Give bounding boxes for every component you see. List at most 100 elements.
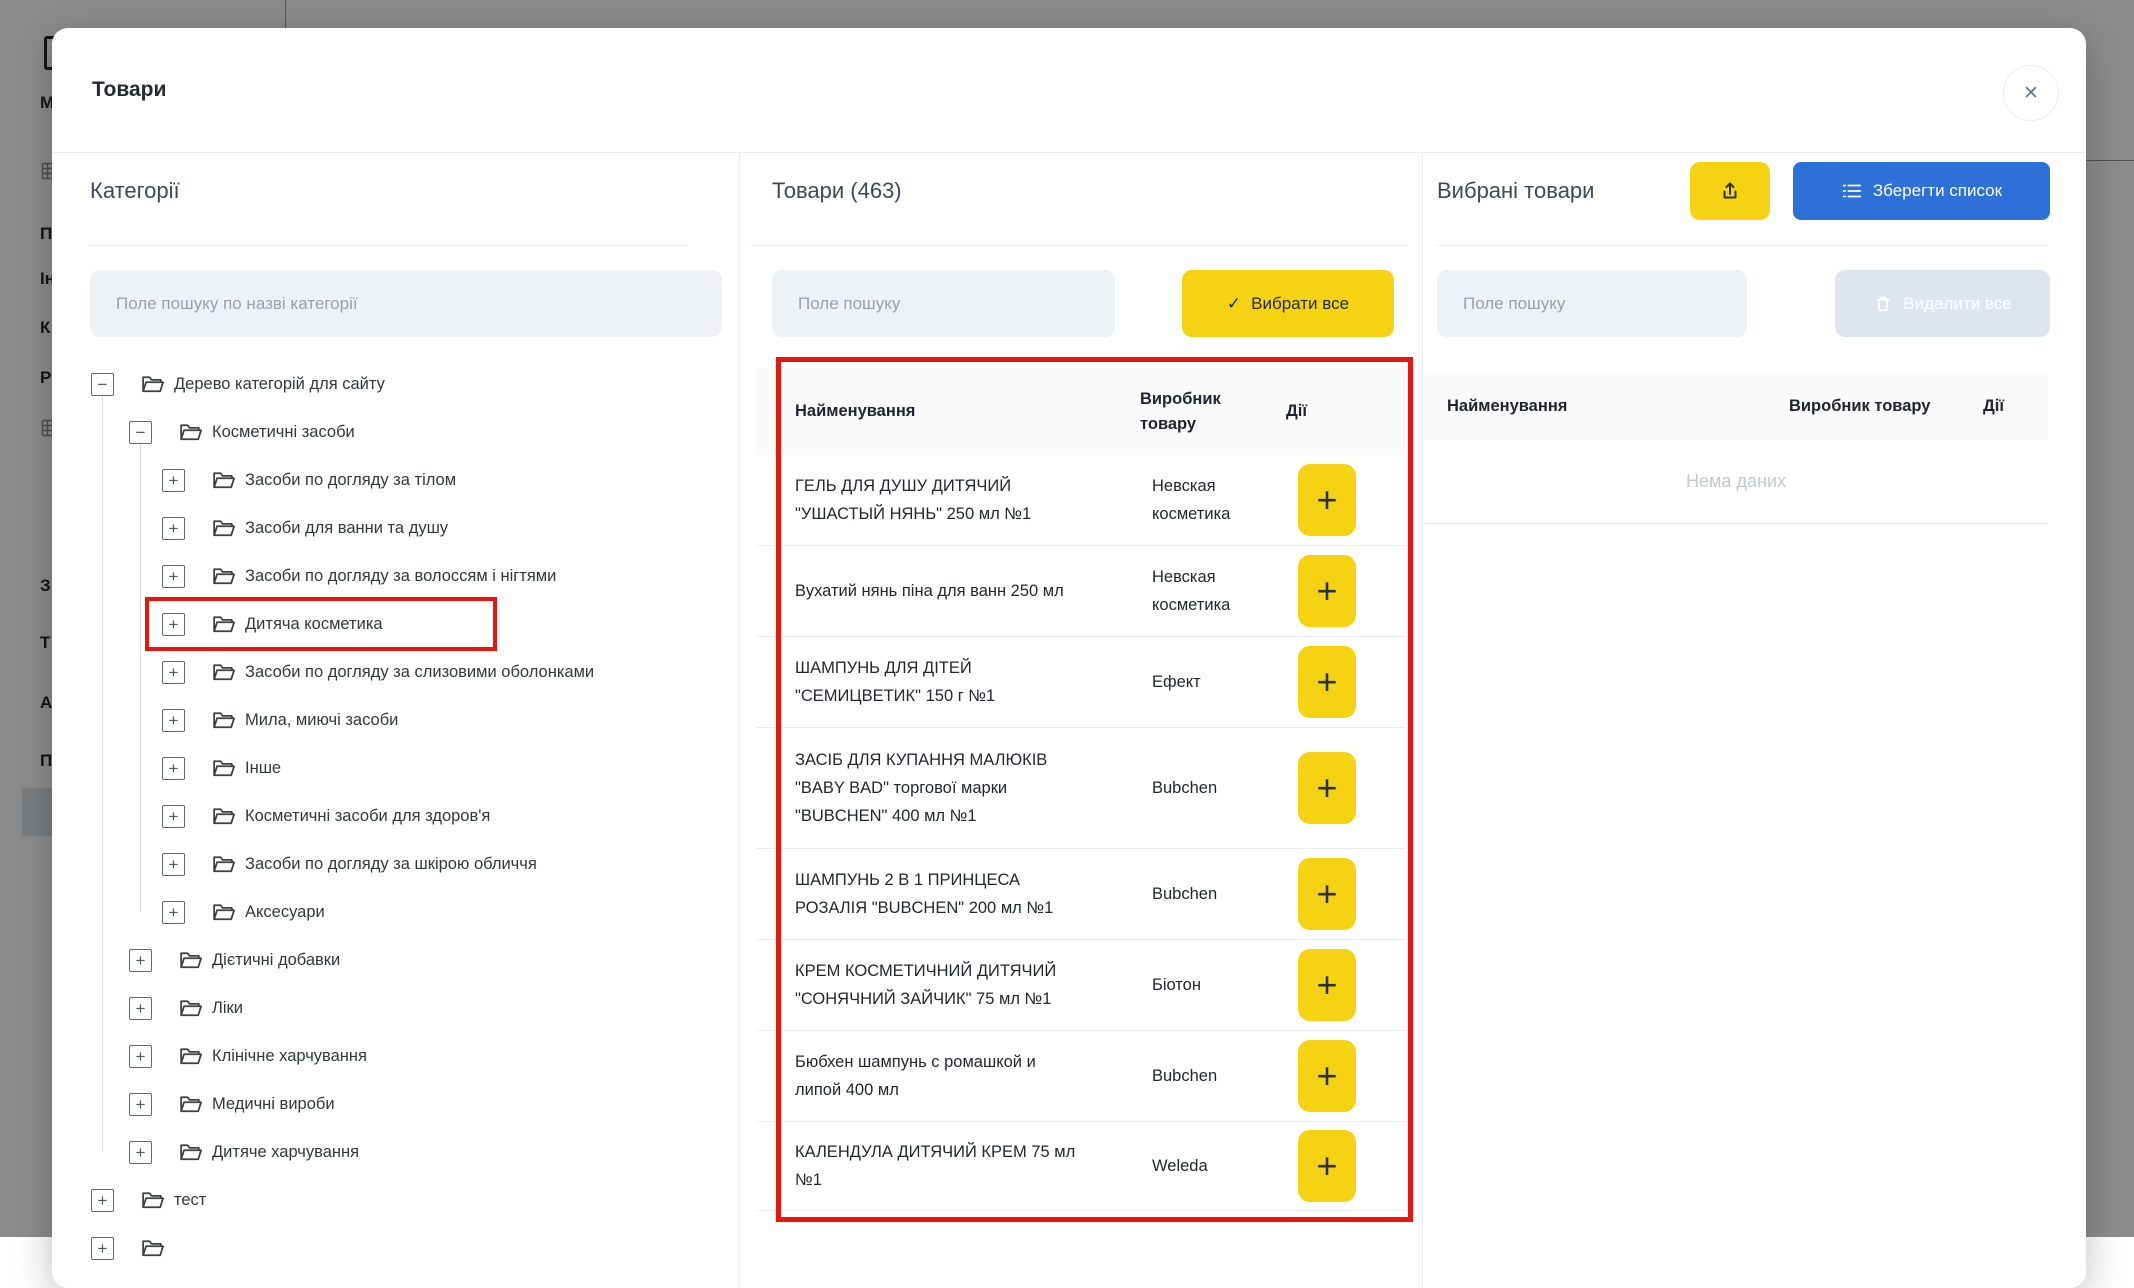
tree-item[interactable]: + Дитяча косметика xyxy=(91,600,736,648)
category-tree: − Дерево категорій для сайту − Косметичн… xyxy=(91,360,736,1272)
column-divider xyxy=(739,152,740,1288)
tree-item-label: Клінічне харчування xyxy=(212,1047,367,1066)
tree-item-label: Дитяче харчування xyxy=(212,1143,359,1162)
tree-item[interactable]: + Медичні вироби xyxy=(91,1080,736,1128)
tree-item[interactable]: + Інше xyxy=(91,744,736,792)
add-product-button[interactable]: + xyxy=(1298,646,1356,718)
save-list-button[interactable]: Зберегти список xyxy=(1793,162,2050,220)
product-row: КАЛЕНДУЛА ДИТЯЧИЙ КРЕМ 75 мл №1 Weleda + xyxy=(756,1122,1406,1211)
tree-expander-icon[interactable]: − xyxy=(91,373,114,396)
tree-expander-icon[interactable]: + xyxy=(162,613,185,636)
tree-item[interactable]: + тест xyxy=(91,1176,736,1224)
tree-item[interactable]: + Засоби для ванни та душу xyxy=(91,504,736,552)
add-product-button[interactable]: + xyxy=(1298,858,1356,930)
tree-item[interactable]: + Аксесуари xyxy=(91,888,736,936)
tree-expander-icon[interactable]: + xyxy=(162,469,185,492)
add-product-button[interactable]: + xyxy=(1298,1130,1356,1202)
delete-all-button[interactable]: Видалити все xyxy=(1835,270,2050,337)
tree-item[interactable]: + Дитяче харчування xyxy=(91,1128,736,1176)
tree-item[interactable]: + Мила, миючі засоби xyxy=(91,696,736,744)
add-product-button[interactable]: + xyxy=(1298,464,1356,536)
tree-expander-icon[interactable]: + xyxy=(162,517,185,540)
tree-item-label: Засоби по догляду за шкірою обличчя xyxy=(245,855,537,874)
product-search-input[interactable]: Поле пошуку xyxy=(772,270,1115,337)
tree-expander-icon[interactable]: + xyxy=(162,757,185,780)
tree-expander-icon[interactable]: + xyxy=(129,997,152,1020)
tree-item[interactable]: + Засоби по догляду за тілом xyxy=(91,456,736,504)
tree-expander-icon[interactable]: + xyxy=(129,1141,152,1164)
folder-icon xyxy=(140,1236,165,1261)
folder-icon xyxy=(211,756,236,781)
folder-icon xyxy=(211,708,236,733)
product-manufacturer: Ефект xyxy=(1152,668,1277,696)
tree-item-label: Дитяча косметика xyxy=(245,615,383,634)
add-product-button[interactable]: + xyxy=(1298,752,1356,824)
tree-item[interactable]: + Косметичні засоби для здоров'я xyxy=(91,792,736,840)
product-manufacturer: Bubchen xyxy=(1152,774,1277,802)
close-button[interactable]: ✕ xyxy=(2003,65,2059,121)
upload-button[interactable] xyxy=(1690,162,1770,220)
tree-item[interactable]: − Косметичні засоби xyxy=(91,408,736,456)
folder-icon xyxy=(211,804,236,829)
tree-expander-icon[interactable]: + xyxy=(129,949,152,972)
tree-expander-icon[interactable]: − xyxy=(129,421,152,444)
category-search-input[interactable]: Поле пошуку по назві категорії xyxy=(90,270,722,337)
product-manufacturer: Невская косметика xyxy=(1152,563,1277,619)
folder-icon xyxy=(178,1044,203,1069)
tree-expander-icon[interactable]: + xyxy=(129,1093,152,1116)
selected-search-input[interactable]: Поле пошуку xyxy=(1437,270,1747,337)
product-name: ГЕЛЬ ДЛЯ ДУШУ ДИТЯЧИЙ "УШАСТЫЙ НЯНЬ" 250… xyxy=(795,472,1085,528)
product-manufacturer: Невская косметика xyxy=(1152,472,1277,528)
folder-icon xyxy=(211,852,236,877)
product-name: ШАМПУНЬ ДЛЯ ДІТЕЙ "СЕМИЦВЕТИК" 150 г №1 xyxy=(795,654,1085,710)
tree-expander-icon[interactable]: + xyxy=(91,1189,114,1212)
tree-expander-icon[interactable]: + xyxy=(162,805,185,828)
folder-icon xyxy=(140,372,165,397)
categories-heading: Категорії xyxy=(90,178,180,204)
folder-icon xyxy=(211,564,236,589)
tree-item[interactable]: + Засоби по догляду за волоссям і нігтям… xyxy=(91,552,736,600)
product-actions: + xyxy=(1298,858,1356,930)
product-name: КРЕМ КОСМЕТИЧНИЙ ДИТЯЧИЙ "СОНЯЧНИЙ ЗАЙЧИ… xyxy=(795,957,1085,1013)
product-name: Вухатий нянь піна для ванн 250 мл xyxy=(795,577,1085,605)
upload-icon xyxy=(1718,179,1742,203)
tree-item-label: Засоби по догляду за тілом xyxy=(245,471,456,490)
tree-expander-icon[interactable]: + xyxy=(162,901,185,924)
tree-expander-icon[interactable]: + xyxy=(129,1045,152,1068)
product-actions: + xyxy=(1298,464,1356,536)
tree-expander-icon[interactable]: + xyxy=(162,709,185,732)
modal-header: Товари ✕ xyxy=(52,28,2086,153)
tree-expander-icon[interactable]: + xyxy=(162,565,185,588)
tree-item[interactable]: + xyxy=(91,1224,736,1272)
add-product-button[interactable]: + xyxy=(1298,1040,1356,1112)
tree-item-label: Засоби по догляду за волоссям і нігтями xyxy=(245,567,556,586)
tree-item[interactable]: + Дієтичні добавки xyxy=(91,936,736,984)
tree-expander-icon[interactable]: + xyxy=(162,661,185,684)
tree-expander-icon[interactable]: + xyxy=(162,853,185,876)
folder-icon xyxy=(140,1188,165,1213)
tree-item[interactable]: + Клінічне харчування xyxy=(91,1032,736,1080)
tree-item-label: Інше xyxy=(245,759,281,778)
select-all-button[interactable]: ✓ Вибрати все xyxy=(1182,270,1394,337)
products-modal: Товари ✕ Категорії Поле пошуку по назві … xyxy=(52,28,2086,1288)
tree-item[interactable]: + Засоби по догляду за слизовими оболонк… xyxy=(91,648,736,696)
product-row: Вухатий нянь піна для ванн 250 мл Невска… xyxy=(756,546,1406,637)
trash-icon xyxy=(1873,294,1893,314)
add-product-button[interactable]: + xyxy=(1298,949,1356,1021)
folder-icon xyxy=(178,948,203,973)
tree-item-label: тест xyxy=(174,1191,206,1210)
tree-expander-icon[interactable]: + xyxy=(91,1237,114,1260)
column-header-manufacturer: Виробник товару xyxy=(1140,387,1258,437)
tree-item-label: Косметичні засоби для здоров'я xyxy=(245,807,490,826)
product-row: ГЕЛЬ ДЛЯ ДУШУ ДИТЯЧИЙ "УШАСТЫЙ НЯНЬ" 250… xyxy=(756,455,1406,546)
column-divider xyxy=(1422,152,1423,1288)
divider xyxy=(750,245,1406,246)
folder-icon xyxy=(211,900,236,925)
tree-item[interactable]: + Засоби по догляду за шкірою обличчя xyxy=(91,840,736,888)
folder-icon xyxy=(211,516,236,541)
column-header-name: Найменування xyxy=(1447,397,1567,416)
add-product-button[interactable]: + xyxy=(1298,555,1356,627)
divider xyxy=(1437,245,2048,246)
tree-item[interactable]: + Ліки xyxy=(91,984,736,1032)
tree-item[interactable]: − Дерево категорій для сайту xyxy=(91,360,736,408)
